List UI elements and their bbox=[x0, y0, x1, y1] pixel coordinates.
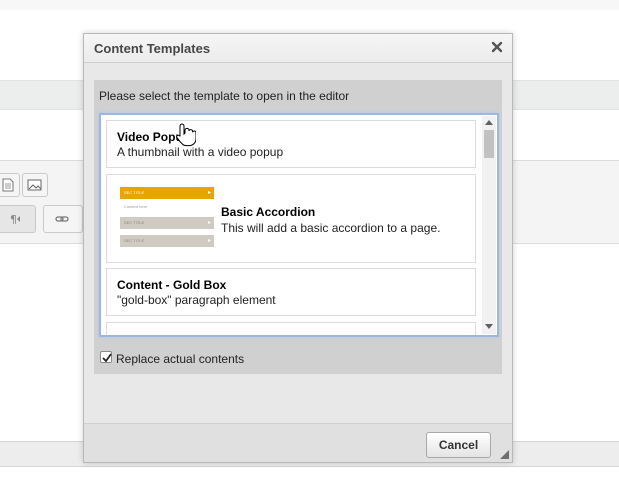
replace-contents-checkbox[interactable] bbox=[100, 351, 112, 363]
link-icon-button[interactable] bbox=[43, 205, 83, 233]
scroll-thumb[interactable] bbox=[484, 130, 494, 158]
template-title: Video Popup bbox=[117, 130, 191, 144]
document-icon-button[interactable] bbox=[0, 173, 20, 197]
svg-text:¶: ¶ bbox=[10, 213, 17, 225]
image-icon bbox=[27, 179, 42, 191]
template-title: Content - Gold Box bbox=[117, 278, 227, 292]
template-prompt: Please select the template to open in th… bbox=[99, 89, 350, 103]
dialog-title: Content Templates bbox=[94, 41, 211, 56]
template-description: "gold-box" paragraph element bbox=[117, 293, 276, 307]
image-icon-button[interactable] bbox=[22, 173, 48, 197]
editor-top-strip bbox=[0, 0, 619, 10]
replace-contents-row: Replace actual contents bbox=[94, 344, 502, 374]
cancel-button[interactable]: Cancel bbox=[426, 432, 491, 458]
close-icon[interactable] bbox=[490, 40, 504, 54]
dialog-footer: Cancel bbox=[84, 423, 512, 462]
link-icon bbox=[55, 216, 69, 222]
template-item-next[interactable] bbox=[106, 322, 476, 335]
template-description: A thumbnail with a video popup bbox=[117, 145, 284, 159]
template-item-video-popup[interactable]: Video Popup A thumbnail with a video pop… bbox=[106, 120, 476, 168]
paragraph-direction-button[interactable]: ¶ bbox=[0, 205, 36, 233]
replace-contents-label[interactable]: Replace actual contents bbox=[116, 352, 244, 366]
scroll-down-arrow-icon[interactable] bbox=[485, 324, 493, 329]
resize-grip-icon[interactable] bbox=[500, 450, 509, 459]
template-description: This will add a basic accordion to a pag… bbox=[221, 221, 441, 235]
template-item-gold-box[interactable]: Content - Gold Box "gold-box" paragraph … bbox=[106, 268, 476, 316]
content-templates-dialog: Content Templates Please select the temp… bbox=[83, 33, 513, 463]
template-title: Basic Accordion bbox=[221, 205, 316, 219]
paragraph-icon: ¶ bbox=[10, 213, 20, 225]
checkmark-icon bbox=[102, 353, 112, 363]
template-item-basic-accordion[interactable]: SEC TITLE ▸ Content here SEC TITLE ▸ SEC T… bbox=[106, 174, 476, 263]
dialog-titlebar[interactable]: Content Templates bbox=[84, 34, 512, 63]
dialog-body: Please select the template to open in th… bbox=[94, 80, 502, 374]
template-list-scrollbar[interactable] bbox=[482, 116, 496, 334]
document-icon bbox=[2, 178, 14, 192]
template-list[interactable]: Video Popup A thumbnail with a video pop… bbox=[99, 113, 499, 337]
scroll-up-arrow-icon[interactable] bbox=[485, 120, 493, 125]
accordion-thumbnail: SEC TITLE ▸ Content here SEC TITLE ▸ SEC T… bbox=[120, 185, 214, 251]
